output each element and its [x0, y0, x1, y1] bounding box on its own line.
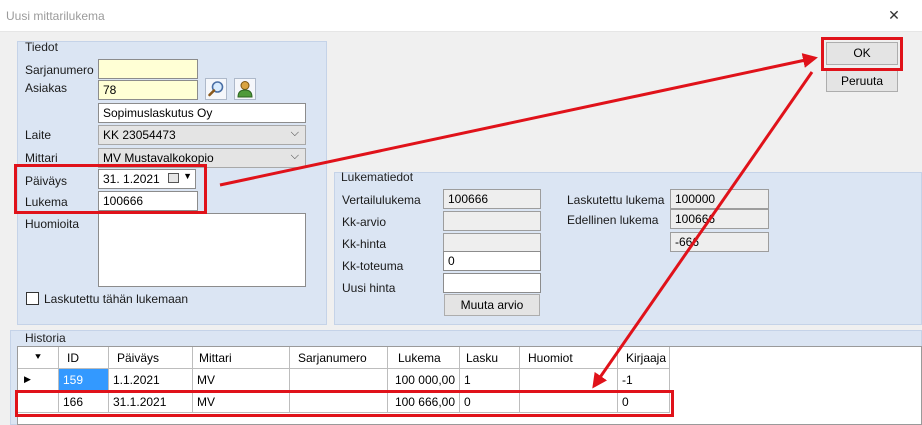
window-title: Uusi mittarilukema — [6, 9, 105, 23]
laskutettu-lukema-field: 100000 — [670, 189, 769, 209]
cell-lasku[interactable]: 0 — [460, 391, 520, 413]
tiedot-title: Tiedot — [25, 40, 58, 54]
cell-sarjanumero[interactable] — [290, 391, 388, 413]
kk-toteuma-label: Kk-toteuma — [342, 259, 404, 273]
customer-name-field[interactable]: Sopimuslaskutus Oy — [98, 103, 306, 123]
vertailulukema-label: Vertailulukema — [342, 193, 421, 207]
asiakas-label: Asiakas — [25, 81, 68, 95]
sarjanumero-label: Sarjanumero — [25, 63, 94, 77]
row-selector[interactable]: ▶ — [18, 369, 59, 391]
row-selector-header[interactable]: ⯆ — [18, 347, 59, 369]
edellinen-lukema-label: Edellinen lukema — [567, 213, 659, 227]
vertailulukema-field: 100666 — [443, 189, 541, 209]
row-selector[interactable] — [18, 391, 59, 413]
lukema-input[interactable]: 100666 — [98, 191, 198, 211]
kk-hinta-label: Kk-hinta — [342, 237, 387, 251]
paivays-label: Päiväys — [25, 174, 68, 188]
kk-toteuma-field[interactable]: 0 — [443, 251, 541, 271]
col-header-lukema[interactable]: Lukema — [388, 347, 460, 369]
lukema-label: Lukema — [25, 195, 68, 209]
lukematiedot-title: Lukematiedot — [341, 170, 414, 184]
title-bar: Uusi mittarilukema ✕ — [0, 0, 922, 32]
history-grid: ⯆ ID Päiväys Mittari Sarjanumero Lukema … — [17, 346, 922, 425]
cell-huomiot[interactable] — [520, 369, 618, 391]
search-button[interactable] — [205, 78, 227, 100]
col-header-kirjaaja[interactable]: Kirjaaja — [618, 347, 670, 369]
cell-sarjanumero[interactable] — [290, 369, 388, 391]
mittari-select[interactable]: MV Mustavalkokopio ⌵ — [98, 148, 306, 168]
chevron-down-icon[interactable]: ▼ — [183, 171, 192, 181]
laite-label: Laite — [25, 128, 52, 142]
col-header-huomiot[interactable]: Huomiot — [520, 347, 618, 369]
filter-icon: ⯆ — [34, 352, 42, 363]
magnifier-icon — [208, 81, 224, 97]
huomioita-textarea[interactable] — [98, 213, 306, 287]
close-icon[interactable]: ✕ — [884, 5, 904, 25]
cell-mittari[interactable]: MV — [193, 369, 290, 391]
mittari-label: Mittari — [25, 151, 58, 165]
kk-arvio-label: Kk-arvio — [342, 215, 387, 229]
col-header-lasku[interactable]: Lasku — [460, 347, 520, 369]
col-header-id[interactable]: ID — [59, 347, 109, 369]
kk-arvio-field — [443, 211, 541, 231]
ok-button[interactable]: OK — [826, 42, 898, 65]
difference-field: -666 — [670, 232, 769, 252]
cell-lukema[interactable]: 100 666,00 — [388, 391, 460, 413]
chevron-down-icon: ⌵ — [290, 150, 299, 162]
asiakas-input[interactable]: 78 — [98, 80, 198, 100]
cell-lukema[interactable]: 100 000,00 — [388, 369, 460, 391]
cancel-button[interactable]: Peruuta — [826, 70, 898, 92]
laite-select[interactable]: KK 23054473 ⌵ — [98, 125, 306, 145]
sarjanumero-input[interactable] — [98, 59, 198, 79]
muuta-arvio-button[interactable]: Muuta arvio — [444, 294, 540, 316]
kk-hinta-field — [443, 233, 541, 253]
cell-mittari[interactable]: MV — [193, 391, 290, 413]
mittari-value: MV Mustavalkokopio — [103, 151, 214, 165]
col-header-sarjanumero[interactable]: Sarjanumero — [290, 347, 388, 369]
current-row-icon: ▶ — [24, 374, 31, 384]
uusi-hinta-label: Uusi hinta — [342, 281, 396, 295]
cell-huomiot[interactable] — [520, 391, 618, 413]
laite-value: KK 23054473 — [103, 128, 176, 142]
chevron-down-icon: ⌵ — [290, 127, 299, 139]
col-header-mittari[interactable]: Mittari — [193, 347, 290, 369]
historia-title: Historia — [25, 331, 66, 345]
cell-lasku[interactable]: 1 — [460, 369, 520, 391]
laskutettu-checkbox-label: Laskutettu tähän lukemaan — [44, 292, 189, 306]
cell-id[interactable]: 159 — [59, 369, 109, 391]
cell-kirjaaja[interactable]: 0 — [618, 391, 670, 413]
paivays-datepicker[interactable]: 31. 1.2021 ▼ — [98, 169, 196, 189]
cell-kirjaaja[interactable]: -1 — [618, 369, 670, 391]
laskutettu-lukema-label: Laskutettu lukema — [567, 193, 665, 207]
dialog-body: Tiedot Sarjanumero Asiakas 78 Sopimuslas… — [0, 32, 922, 425]
cell-paivays[interactable]: 31.1.2021 — [109, 391, 193, 413]
huomioita-label: Huomioita — [25, 217, 80, 231]
customer-button[interactable] — [234, 78, 256, 100]
cell-paivays[interactable]: 1.1.2021 — [109, 369, 193, 391]
laskutettu-checkbox[interactable] — [26, 292, 39, 305]
calendar-icon[interactable] — [168, 173, 179, 183]
person-icon — [237, 81, 253, 98]
cell-id[interactable]: 166 — [59, 391, 109, 413]
uusi-hinta-input[interactable] — [443, 273, 541, 293]
edellinen-lukema-field: 100666 — [670, 209, 769, 229]
col-header-paivays[interactable]: Päiväys — [109, 347, 193, 369]
paivays-value: 31. 1.2021 — [103, 172, 160, 186]
